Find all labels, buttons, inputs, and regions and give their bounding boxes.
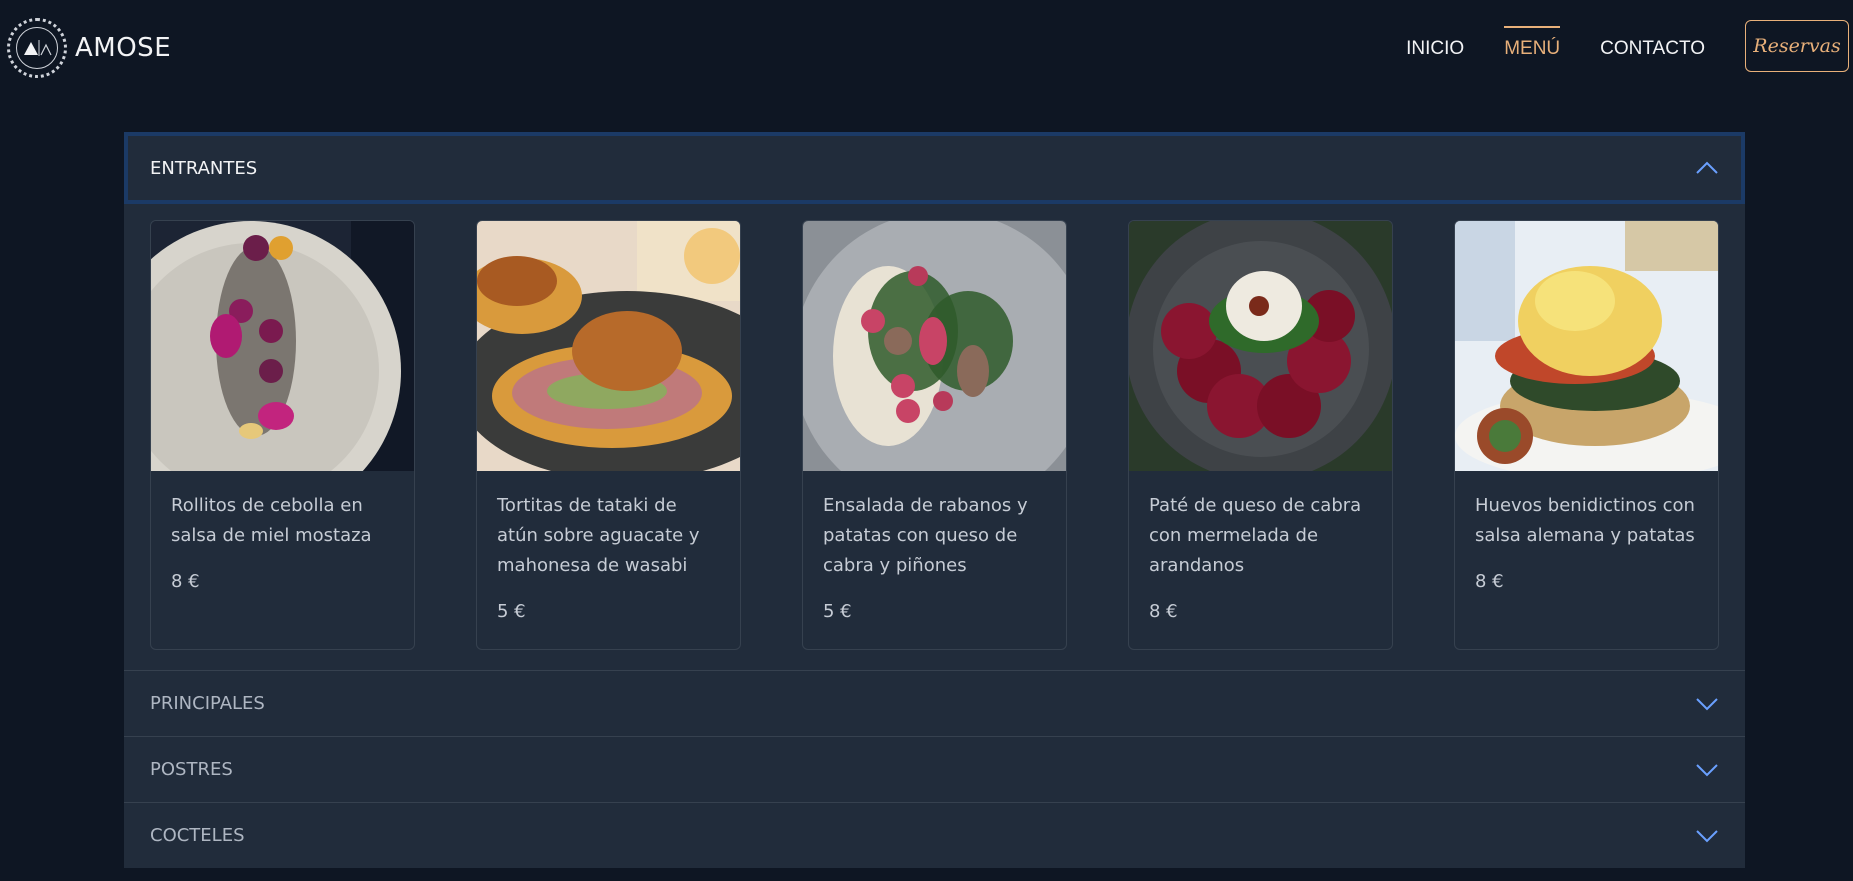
menu-accordion: ENTRANTES Rollitos de cebolla en salsa d…	[124, 133, 1745, 868]
chevron-down-icon	[1696, 763, 1718, 776]
logo-emblem-icon	[7, 18, 67, 78]
dish-image	[1129, 221, 1392, 471]
nav-menu: INICIO MENÚ CONTACTO Reservas	[1406, 20, 1849, 72]
dish-image	[151, 221, 414, 471]
dish-card[interactable]: Huevos benidictinos con salsa alemana y …	[1454, 220, 1719, 650]
section-title: ENTRANTES	[150, 157, 258, 179]
dish-price: 8 €	[1149, 601, 1178, 622]
dish-card[interactable]: Tortitas de tataki de atún sobre aguacat…	[476, 220, 741, 650]
dish-price: 8 €	[1475, 571, 1504, 592]
section-body-entrantes: Rollitos de cebolla en salsa de miel mos…	[124, 204, 1745, 670]
dish-price: 8 €	[171, 571, 200, 592]
dish-name: Rollitos de cebolla en salsa de miel mos…	[171, 495, 372, 546]
dish-card[interactable]: Paté de queso de cabra con mermelada de …	[1128, 220, 1393, 650]
dish-name: Tortitas de tataki de atún sobre aguacat…	[497, 495, 700, 576]
nav-link-contacto[interactable]: CONTACTO	[1600, 26, 1705, 66]
reservations-button[interactable]: Reservas	[1745, 20, 1849, 72]
section-header-entrantes[interactable]: ENTRANTES	[124, 132, 1745, 204]
section-title: POSTRES	[150, 759, 233, 780]
navbar: AMOSE INICIO MENÚ CONTACTO Reservas	[0, 0, 1853, 96]
dish-name: Huevos benidictinos con salsa alemana y …	[1475, 495, 1695, 546]
nav-link-menu[interactable]: MENÚ	[1504, 26, 1561, 66]
dish-image	[477, 221, 740, 471]
section-title: PRINCIPALES	[150, 693, 265, 714]
dish-name: Ensalada de rabanos y patatas con queso …	[823, 495, 1028, 576]
section-header-principales[interactable]: PRINCIPALES	[124, 670, 1745, 736]
dish-image	[1455, 221, 1718, 471]
chevron-up-icon	[1696, 161, 1718, 174]
chevron-down-icon	[1696, 829, 1718, 842]
section-title: COCTELES	[150, 825, 245, 846]
dish-card[interactable]: Ensalada de rabanos y patatas con queso …	[802, 220, 1067, 650]
chevron-down-icon	[1696, 697, 1718, 710]
dish-name: Paté de queso de cabra con mermelada de …	[1149, 495, 1362, 576]
brand-logo[interactable]: AMOSE	[7, 18, 171, 78]
section-header-postres[interactable]: POSTRES	[124, 736, 1745, 802]
nav-link-inicio[interactable]: INICIO	[1406, 26, 1464, 66]
dish-card[interactable]: Rollitos de cebolla en salsa de miel mos…	[150, 220, 415, 650]
dish-price: 5 €	[823, 601, 852, 622]
section-header-cocteles[interactable]: COCTELES	[124, 802, 1745, 868]
dish-image	[803, 221, 1066, 471]
brand-name: AMOSE	[75, 33, 172, 63]
dish-price: 5 €	[497, 601, 526, 622]
